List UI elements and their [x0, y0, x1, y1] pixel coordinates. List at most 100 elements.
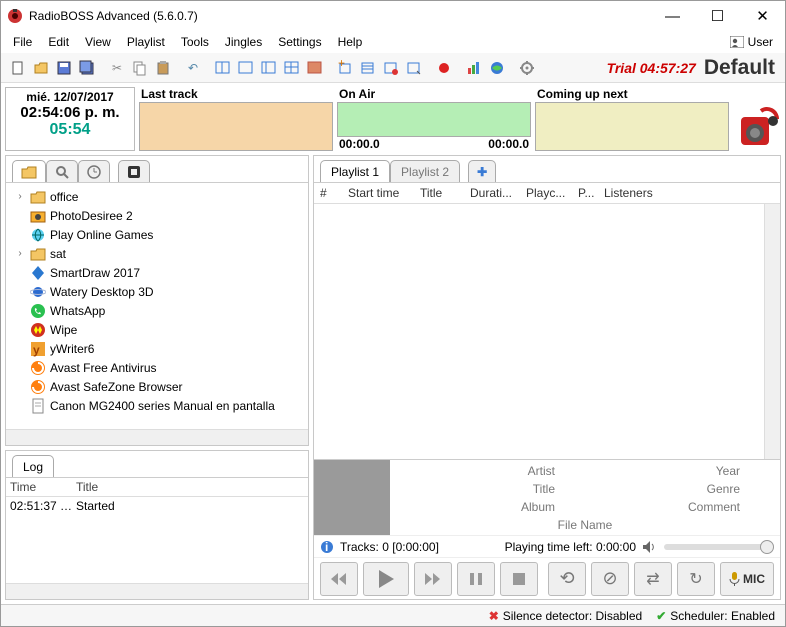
maximize-button[interactable]: ☐	[695, 1, 740, 31]
clock-panel: mié. 12/07/2017 02:54:06 p. m. 05:54	[5, 87, 135, 151]
record-button[interactable]	[433, 57, 455, 79]
mic-label: MIC	[743, 572, 765, 586]
layout5-button[interactable]	[304, 57, 326, 79]
tree-item[interactable]: › office	[8, 187, 306, 206]
layout3-button[interactable]	[258, 57, 280, 79]
loop-button[interactable]: ↻	[677, 562, 715, 596]
tree-item[interactable]: WhatsApp	[8, 301, 306, 320]
plhead-num[interactable]: #	[320, 186, 348, 200]
tab-playlist-2[interactable]: Playlist 2	[390, 160, 460, 182]
save-all-button[interactable]	[76, 57, 98, 79]
new-button[interactable]	[7, 57, 29, 79]
repeat-button[interactable]: ⟲	[548, 562, 586, 596]
next-body[interactable]	[535, 102, 729, 151]
menu-edit[interactable]: Edit	[40, 33, 77, 51]
tree-item-label: office	[50, 190, 78, 204]
tree-item[interactable]: Canon MG2400 series Manual en pantalla	[8, 396, 306, 415]
tree-item[interactable]: Avast SafeZone Browser	[8, 377, 306, 396]
playlist-vscroll[interactable]	[764, 204, 780, 459]
menu-jingles[interactable]: Jingles	[217, 33, 270, 51]
settings-button[interactable]	[516, 57, 538, 79]
layout4-button[interactable]	[281, 57, 303, 79]
plhead-playcount[interactable]: Playc...	[526, 186, 578, 200]
tree-item[interactable]: yyWriter6	[8, 339, 306, 358]
speaker-icon	[733, 103, 781, 151]
insert1-button[interactable]: +	[334, 57, 356, 79]
menu-file[interactable]: File	[5, 33, 40, 51]
menu-tools[interactable]: Tools	[173, 33, 217, 51]
broadcast-button[interactable]	[486, 57, 508, 79]
tree-item[interactable]: SmartDraw 2017	[8, 263, 306, 282]
paste-button[interactable]	[152, 57, 174, 79]
prev-button[interactable]	[320, 562, 358, 596]
tree-item[interactable]: Wipe	[8, 320, 306, 339]
open-button[interactable]	[30, 57, 52, 79]
blue-icon	[30, 265, 46, 281]
plhead-title[interactable]: Title	[420, 186, 470, 200]
status-silence[interactable]: ✖ Silence detector: Disabled	[489, 609, 642, 623]
log-header: Time Title	[6, 477, 308, 497]
volume-icon[interactable]	[642, 540, 658, 554]
next-button[interactable]	[414, 562, 452, 596]
tree-item[interactable]: Watery Desktop 3D	[8, 282, 306, 301]
menu-help[interactable]: Help	[330, 33, 371, 51]
volume-slider[interactable]	[664, 544, 774, 550]
insert2-button[interactable]	[357, 57, 379, 79]
expand-icon[interactable]: ›	[14, 191, 26, 202]
plhead-start[interactable]: Start time	[348, 186, 420, 200]
browser-hscroll[interactable]	[6, 429, 308, 445]
file-tree[interactable]: › office PhotoDesiree 2Play Online Games›s…	[6, 182, 308, 429]
ban-button[interactable]: ⊘	[591, 562, 629, 596]
copy-button[interactable]	[129, 57, 151, 79]
tree-item[interactable]: ›sat	[8, 244, 306, 263]
pause-button[interactable]	[457, 562, 495, 596]
user-area[interactable]: User	[730, 35, 781, 49]
tab-log[interactable]: Log	[12, 455, 54, 477]
log-body[interactable]: 02:51:37 p...Started	[6, 497, 308, 583]
clock-date: mié. 12/07/2017	[8, 90, 132, 104]
tab-search[interactable]	[46, 160, 78, 182]
next-label: Coming up next	[535, 87, 729, 102]
play-button[interactable]	[363, 562, 409, 596]
tab-playlist-add[interactable]: ✚	[468, 160, 496, 182]
stop-button[interactable]	[500, 562, 538, 596]
menu-playlist[interactable]: Playlist	[119, 33, 173, 51]
layout1-button[interactable]	[212, 57, 234, 79]
cut-button[interactable]: ✂	[106, 57, 128, 79]
tab-cart[interactable]	[118, 160, 150, 182]
tree-item[interactable]: Play Online Games	[8, 225, 306, 244]
log-header-title[interactable]: Title	[76, 480, 98, 494]
plhead-p[interactable]: P...	[578, 186, 604, 200]
user-icon	[730, 36, 744, 48]
minimize-button[interactable]: —	[650, 1, 695, 31]
plhead-duration[interactable]: Durati...	[470, 186, 526, 200]
insert4-button[interactable]	[403, 57, 425, 79]
meta-genre: Genre	[585, 482, 770, 496]
stats-button[interactable]	[463, 57, 485, 79]
expand-icon[interactable]: ›	[14, 248, 26, 259]
profile-label[interactable]: Default	[704, 56, 775, 80]
menu-view[interactable]: View	[77, 33, 119, 51]
camera-icon	[30, 208, 46, 224]
layout2-button[interactable]	[235, 57, 257, 79]
tree-item[interactable]: Avast Free Antivirus	[8, 358, 306, 377]
last-track-body[interactable]	[139, 102, 333, 151]
plhead-listeners[interactable]: Listeners	[604, 186, 774, 200]
on-air-body[interactable]	[337, 102, 531, 137]
status-scheduler[interactable]: ✔ Scheduler: Enabled	[656, 609, 775, 623]
tab-clock[interactable]	[78, 160, 110, 182]
menu-settings[interactable]: Settings	[270, 33, 329, 51]
shuffle-button[interactable]: ⇄	[634, 562, 672, 596]
mic-button[interactable]: MIC	[720, 562, 774, 596]
tree-item[interactable]: PhotoDesiree 2	[8, 206, 306, 225]
close-button[interactable]: ✕	[740, 1, 785, 31]
tab-playlist-1[interactable]: Playlist 1	[320, 160, 390, 182]
playlist-grid[interactable]	[314, 204, 764, 459]
log-hscroll[interactable]	[6, 583, 308, 599]
log-row[interactable]: 02:51:37 p...Started	[6, 497, 308, 515]
save-button[interactable]	[53, 57, 75, 79]
insert3-button[interactable]	[380, 57, 402, 79]
tab-folder[interactable]	[12, 160, 46, 182]
log-header-time[interactable]: Time	[10, 480, 76, 494]
undo-button[interactable]: ↶	[182, 57, 204, 79]
